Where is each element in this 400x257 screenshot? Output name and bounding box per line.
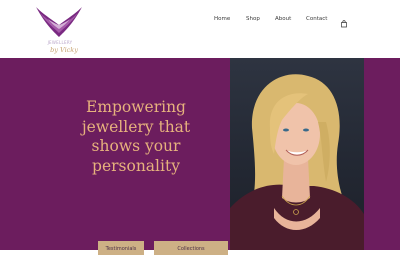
nav-item-shop[interactable]: Shop [246, 16, 260, 22]
nav-item-contact[interactable]: Contact [306, 16, 327, 22]
logo-script-name: by Vicky [50, 46, 78, 54]
brand-logo[interactable]: JEWELLERY by Vicky [28, 3, 90, 57]
testimonials-button[interactable]: Testimonials [98, 241, 144, 255]
site-header: JEWELLERY by Vicky Home Shop About Conta… [0, 0, 400, 58]
collections-button[interactable]: Collections [154, 241, 228, 255]
nav-item-home[interactable]: Home [214, 16, 230, 22]
logo-tagline: JEWELLERY [47, 40, 73, 45]
hero-section: Empowering jewellery that shows your per… [0, 58, 400, 255]
hero-headline: Empowering jewellery that shows your per… [81, 98, 191, 175]
portrait-photo [230, 58, 364, 250]
shopping-bag-icon[interactable] [340, 15, 348, 28]
nav-item-about[interactable]: About [275, 16, 291, 22]
